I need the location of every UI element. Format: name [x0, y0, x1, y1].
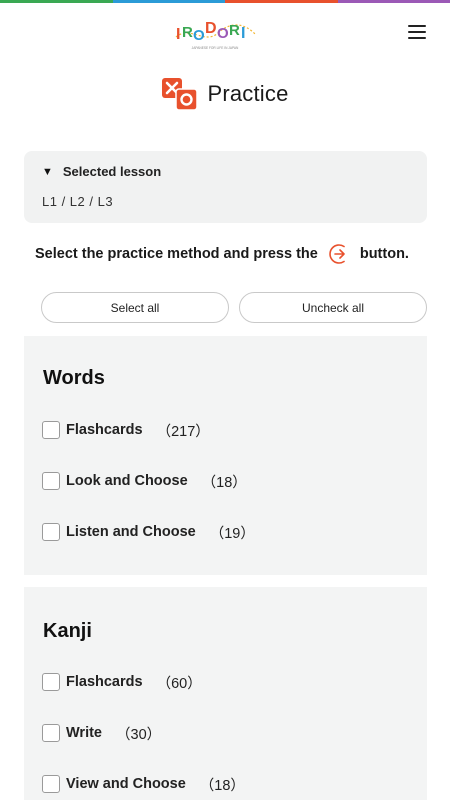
svg-text:JAPANESE FOR LIFE IN JAPAN: JAPANESE FOR LIFE IN JAPAN	[192, 46, 239, 50]
svg-text:D: D	[205, 20, 217, 37]
option-count: （18）	[201, 474, 247, 491]
page-title-row: Practice	[0, 76, 450, 112]
hamburger-icon[interactable]	[408, 25, 426, 41]
selected-lesson-box: ▼ Selected lesson L1 / L2 / L3	[24, 151, 427, 223]
option-count: （30）	[116, 726, 162, 743]
svg-text:O: O	[217, 25, 229, 42]
irodori-logo[interactable]: I R O D O R I JAPANESE FOR LIFE IN JAPAN	[170, 15, 260, 55]
words-section: Words Flashcards （217） Look and Choose （…	[24, 336, 427, 575]
words-section-title: Words	[43, 367, 105, 389]
option-label: Look and Choose	[66, 473, 188, 489]
svg-text:I: I	[176, 26, 180, 43]
svg-text:R: R	[182, 24, 193, 41]
checkbox[interactable]	[42, 472, 60, 490]
selected-lesson-value: L1 / L2 / L3	[42, 194, 114, 209]
checkbox[interactable]	[42, 673, 60, 691]
svg-text:R: R	[229, 22, 240, 39]
selected-lesson-label: Selected lesson	[62, 164, 162, 179]
words-listen-and-choose-option[interactable]: Listen and Choose （19）	[42, 522, 255, 542]
instruction-before: Select the practice method and press the	[35, 246, 318, 262]
words-flashcards-option[interactable]: Flashcards （217）	[42, 420, 210, 440]
selected-lesson-toggle[interactable]: ▼ Selected lesson	[42, 164, 161, 179]
kanji-view-and-choose-option[interactable]: View and Choose （18）	[42, 774, 245, 794]
words-look-and-choose-option[interactable]: Look and Choose （18）	[42, 471, 247, 491]
instruction-after: button.	[359, 246, 409, 262]
option-label: Listen and Choose	[66, 524, 196, 540]
uncheck-all-button[interactable]: Uncheck all	[239, 292, 427, 323]
kanji-write-option[interactable]: Write （30）	[42, 723, 161, 743]
arrow-right-circle-icon	[328, 243, 352, 265]
option-count: （60）	[156, 675, 202, 692]
app-header: I R O D O R I JAPANESE FOR LIFE IN JAPAN	[0, 3, 450, 59]
svg-text:O: O	[193, 27, 205, 44]
option-label: View and Choose	[66, 776, 186, 792]
option-label: Write	[66, 725, 102, 741]
kanji-section-title: Kanji	[43, 620, 92, 642]
checkbox[interactable]	[42, 523, 60, 541]
page-title: Practice	[207, 81, 289, 106]
kanji-flashcards-option[interactable]: Flashcards （60）	[42, 672, 202, 692]
checkbox[interactable]	[42, 421, 60, 439]
option-count: （18）	[199, 777, 245, 794]
svg-text:I: I	[241, 25, 245, 42]
checkbox[interactable]	[42, 775, 60, 793]
option-label: Flashcards	[66, 422, 143, 438]
checkbox[interactable]	[42, 724, 60, 742]
practice-icon	[161, 76, 199, 112]
logo-image: I R O D O R I JAPANESE FOR LIFE IN JAPAN	[175, 20, 257, 50]
option-label: Flashcards	[66, 674, 143, 690]
instruction-text: Select the practice method and press the…	[35, 243, 425, 265]
option-count: （217）	[156, 423, 210, 440]
triangle-down-icon: ▼	[42, 165, 53, 178]
select-all-button[interactable]: Select all	[41, 292, 229, 323]
kanji-section: Kanji Flashcards （60） Write （30） View an…	[24, 587, 427, 800]
option-count: （19）	[209, 525, 255, 542]
